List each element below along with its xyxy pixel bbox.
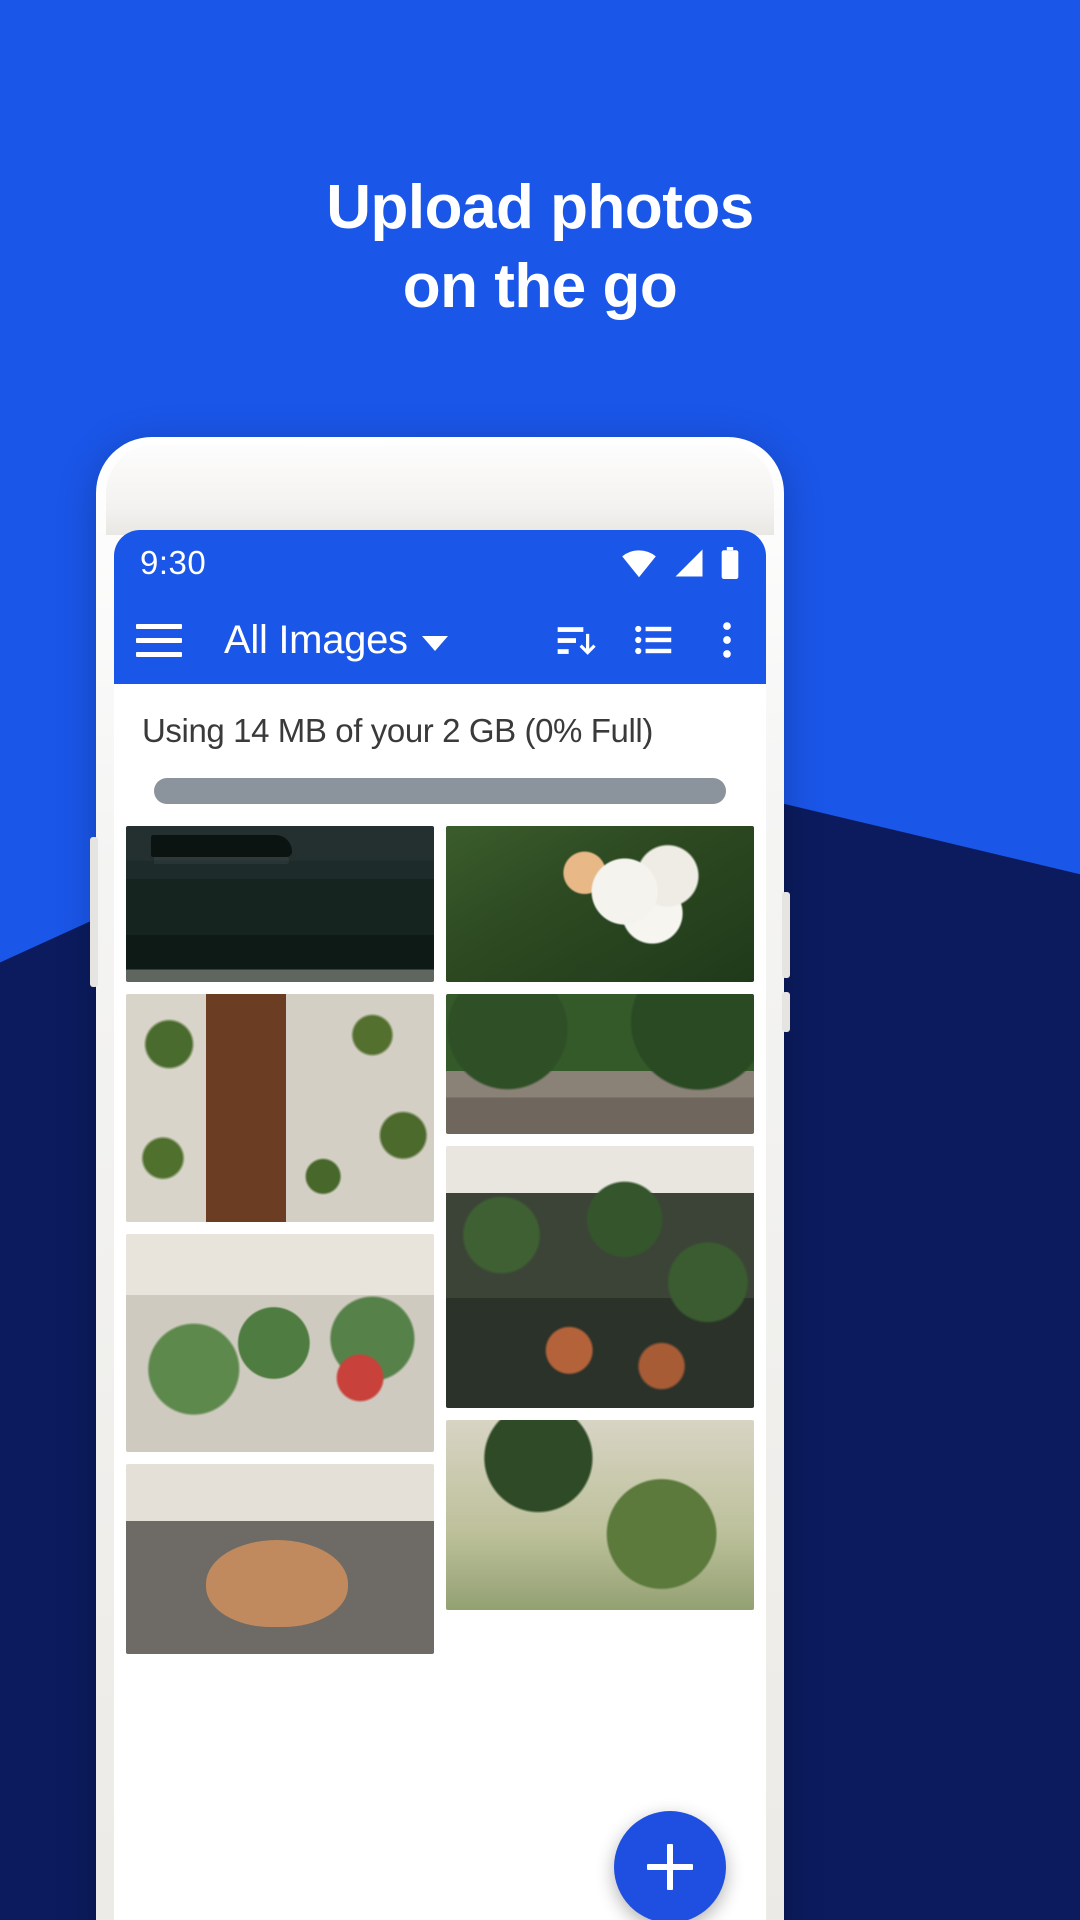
app-title: All Images — [224, 617, 408, 662]
storage-progress-bar — [154, 778, 726, 804]
power-button[interactable] — [782, 892, 790, 978]
list-view-icon[interactable] — [632, 618, 676, 662]
photo-palm-leaves[interactable] — [446, 1420, 754, 1610]
hamburger-menu-icon[interactable] — [136, 611, 194, 669]
headline-line-2: on the go — [402, 252, 678, 322]
photo-greenhouse-path[interactable] — [446, 994, 754, 1134]
volume-button[interactable] — [90, 837, 98, 987]
overflow-menu-icon[interactable] — [710, 618, 744, 662]
plus-icon — [647, 1844, 693, 1890]
album-selector[interactable]: All Images — [224, 618, 448, 663]
chevron-down-icon — [421, 635, 448, 651]
status-time: 9:30 — [140, 544, 207, 581]
photo-grid-column-right — [446, 826, 754, 1654]
cellular-signal-icon — [675, 549, 703, 577]
phone-screen: 9:30 All Images Using 14 MB of your 2 GB… — [114, 530, 766, 1920]
photo-grid-column-left — [126, 826, 434, 1654]
sort-icon[interactable] — [554, 618, 598, 662]
app-bar: All Images — [114, 596, 766, 684]
photo-grid — [114, 826, 766, 1654]
photo-white-flowers[interactable] — [446, 826, 754, 982]
storage-indicator: Using 14 MB of your 2 GB (0% Full) — [114, 684, 766, 804]
phone-top-bezel — [106, 445, 774, 535]
photo-indoor-plant-patio[interactable] — [446, 1146, 754, 1408]
page-title: Upload photos on the go — [0, 168, 1080, 327]
headline-line-1: Upload photos — [326, 173, 754, 242]
photo-potted-plants-doorway[interactable] — [126, 994, 434, 1222]
status-bar: 9:30 — [114, 530, 766, 596]
add-photo-fab[interactable] — [614, 1811, 726, 1920]
app-bar-actions — [554, 618, 744, 662]
battery-icon — [721, 547, 739, 579]
wifi-icon — [622, 550, 656, 578]
phone-mockup: 9:30 All Images Using 14 MB of your 2 GB… — [90, 437, 790, 1920]
photo-cactus-succulents[interactable] — [126, 1234, 434, 1452]
status-icons — [620, 547, 740, 579]
storage-usage-text: Using 14 MB of your 2 GB (0% Full) — [142, 712, 653, 749]
photo-person-holding-pot[interactable] — [126, 1464, 434, 1654]
photo-boat-on-water[interactable] — [126, 826, 434, 982]
assistant-button[interactable] — [782, 992, 790, 1032]
